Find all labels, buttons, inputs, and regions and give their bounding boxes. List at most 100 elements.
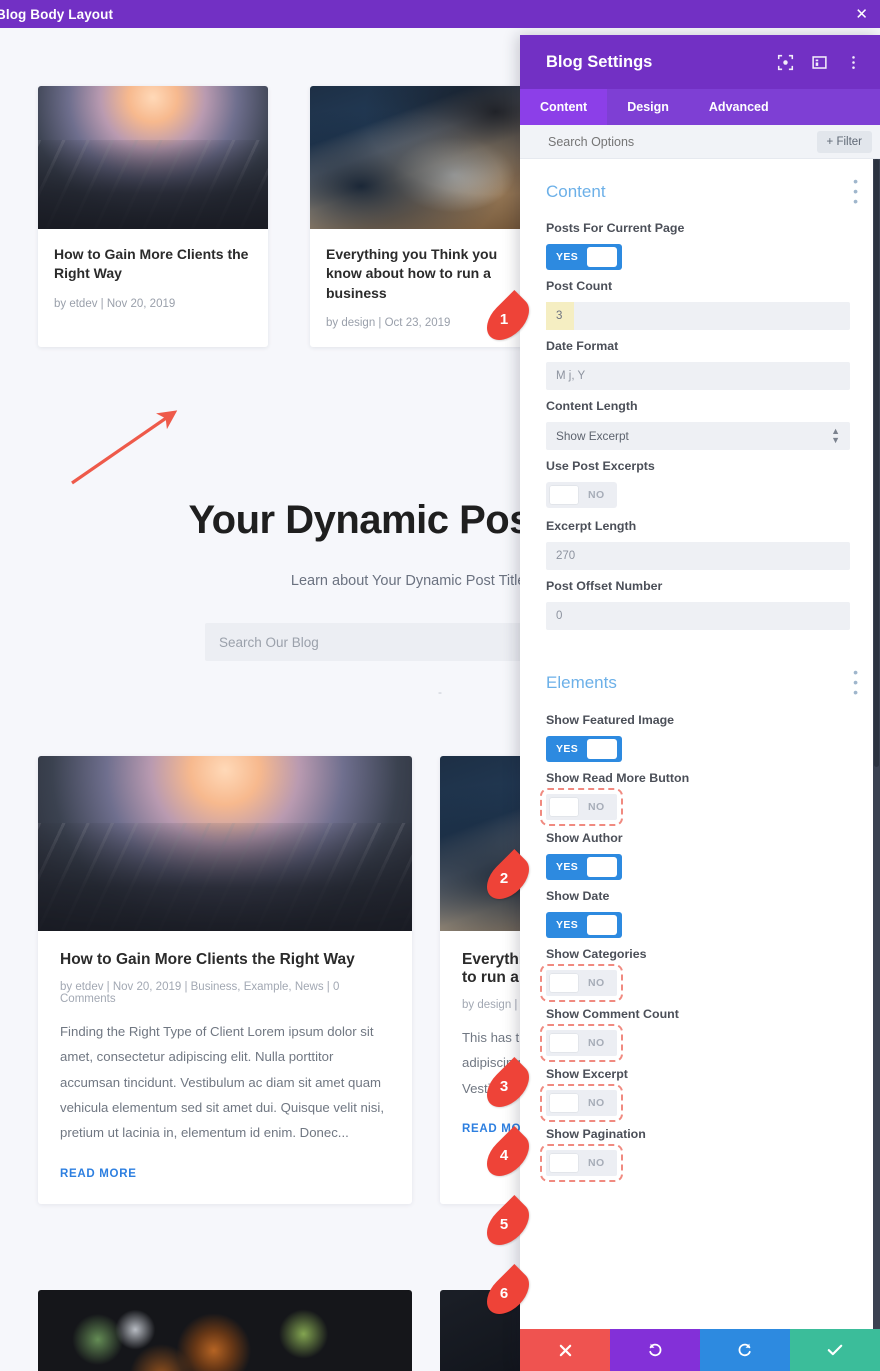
field-label: Excerpt Length (546, 519, 850, 533)
field-post-offset-number: Post Offset Number 0 (520, 570, 880, 630)
toggle-knob (549, 1153, 579, 1173)
callout-number: 6 (500, 1285, 508, 1302)
blog-post-body: How to Gain More Clients the Right Way b… (38, 931, 412, 1204)
field-label: Show Categories (546, 947, 850, 961)
callout-number: 3 (500, 1078, 508, 1095)
field-excerpt-length: Excerpt Length 270 (520, 510, 880, 570)
callout-number: 1 (500, 311, 508, 328)
toggle-value: NO (579, 977, 617, 989)
post-count-input[interactable]: 3 (546, 302, 850, 330)
business-meeting-photo (310, 86, 542, 229)
focus-target-icon[interactable] (777, 54, 794, 71)
callout-pin-3: 3 (483, 1070, 533, 1102)
blog-post-title[interactable]: How to Gain More Clients the Right Way (60, 951, 390, 969)
toggle-value: NO (579, 801, 617, 813)
show-pagination-toggle[interactable]: NO (546, 1150, 617, 1176)
section-title: Elements (546, 673, 617, 693)
toggle-knob (587, 247, 617, 267)
panel-title: Blog Settings (546, 53, 777, 72)
field-show-author: Show Author YES (520, 822, 880, 880)
section-kebab-icon[interactable]: ••• (853, 177, 858, 206)
toggle-value: NO (579, 489, 617, 501)
field-label: Show Read More Button (546, 771, 850, 785)
filter-button[interactable]: + Filter (817, 131, 872, 153)
panel-tabs: Content Design Advanced (520, 89, 880, 125)
toggle-knob (549, 1093, 579, 1113)
field-content-length: Content Length Show Excerpt ▲▼ (520, 390, 880, 450)
close-icon[interactable]: ✕ (851, 5, 872, 24)
show-date-toggle[interactable]: YES (546, 912, 622, 938)
kebab-menu-icon[interactable] (845, 54, 862, 71)
redo-button[interactable] (700, 1329, 790, 1371)
date-format-input[interactable]: M j, Y (546, 362, 850, 390)
close-icon (559, 1344, 572, 1357)
use-post-excerpts-toggle[interactable]: NO (546, 482, 617, 508)
field-label: Post Count (546, 279, 850, 293)
field-show-featured-image: Show Featured Image YES (520, 704, 880, 762)
panel-action-bar (520, 1329, 880, 1371)
redo-icon (737, 1342, 753, 1358)
undo-icon (647, 1342, 663, 1358)
field-show-categories: Show Categories NO (520, 938, 880, 998)
preview-card-title: How to Gain More Clients the Right Way (54, 245, 252, 284)
blog-settings-panel: Blog Settings Content (520, 35, 880, 1371)
field-show-comment-count: Show Comment Count NO (520, 998, 880, 1058)
aerial-highway-photo (38, 86, 268, 229)
top-bar: Blog Body Layout ✕ (0, 0, 880, 28)
cancel-button[interactable] (520, 1329, 610, 1371)
preview-card-body: How to Gain More Clients the Right Way b… (38, 229, 268, 328)
preview-card-title: Everything you Think you know about how … (326, 245, 526, 303)
blog-post-card[interactable]: How to Gain More Clients the Right Way b… (38, 756, 412, 1204)
show-featured-image-toggle[interactable]: YES (546, 736, 622, 762)
section-header-elements: Elements ••• (520, 630, 880, 703)
tab-content[interactable]: Content (520, 89, 607, 125)
field-label: Show Date (546, 889, 850, 903)
read-more-link[interactable]: READ MORE (60, 1168, 390, 1180)
post-offset-number-input[interactable]: 0 (546, 602, 850, 630)
show-author-toggle[interactable]: YES (546, 854, 622, 880)
callout-pin-5: 5 (483, 1208, 533, 1240)
toggle-value: NO (579, 1097, 617, 1109)
tab-advanced[interactable]: Advanced (689, 89, 789, 125)
field-label: Post Offset Number (546, 579, 850, 593)
field-label: Show Comment Count (546, 1007, 850, 1021)
panel-search-bar: + Filter (520, 125, 880, 159)
panel-scrollbar[interactable] (873, 159, 880, 1329)
toggle-knob (549, 1033, 579, 1053)
callout-number: 2 (500, 870, 508, 887)
show-comment-count-toggle[interactable]: NO (546, 1030, 617, 1056)
panel-header: Blog Settings (520, 35, 880, 89)
callout-pin-6: 6 (483, 1277, 533, 1309)
field-show-date: Show Date YES (520, 880, 880, 938)
excerpt-length-input[interactable]: 270 (546, 542, 850, 570)
toggle-value: NO (579, 1157, 617, 1169)
panel-layout-icon[interactable] (811, 54, 828, 71)
show-read-more-button-toggle[interactable]: NO (546, 794, 617, 820)
panel-body: Content ••• Posts For Current Page YES P… (520, 159, 880, 1329)
show-excerpt-toggle[interactable]: NO (546, 1090, 617, 1116)
field-show-pagination: Show Pagination NO (520, 1118, 880, 1178)
posts-for-current-page-toggle[interactable]: YES (546, 244, 622, 270)
toggle-value: YES (546, 919, 587, 931)
toggle-knob (587, 915, 617, 935)
callout-number: 4 (500, 1147, 508, 1164)
search-input[interactable] (546, 134, 817, 150)
tab-design[interactable]: Design (607, 89, 689, 125)
scrollbar-thumb[interactable] (874, 159, 879, 767)
field-date-format: Date Format M j, Y (520, 330, 880, 390)
callout-pin-4: 4 (483, 1139, 533, 1171)
callout-pin-2: 2 (483, 862, 533, 894)
content-length-select[interactable]: Show Excerpt ▲▼ (546, 422, 850, 450)
preview-card[interactable]: How to Gain More Clients the Right Way b… (38, 86, 268, 347)
top-card-row: How to Gain More Clients the Right Way b… (38, 86, 542, 347)
save-button[interactable] (790, 1329, 880, 1371)
field-use-post-excerpts: Use Post Excerpts NO (520, 450, 880, 510)
field-label: Content Length (546, 399, 850, 413)
toggle-value: NO (579, 1037, 617, 1049)
section-kebab-icon[interactable]: ••• (853, 668, 858, 697)
show-categories-toggle[interactable]: NO (546, 970, 617, 996)
preview-card-meta: by etdev | Nov 20, 2019 (54, 298, 252, 310)
cocktail-drinks-photo (38, 1290, 412, 1371)
toggle-knob (587, 857, 617, 877)
undo-button[interactable] (610, 1329, 700, 1371)
